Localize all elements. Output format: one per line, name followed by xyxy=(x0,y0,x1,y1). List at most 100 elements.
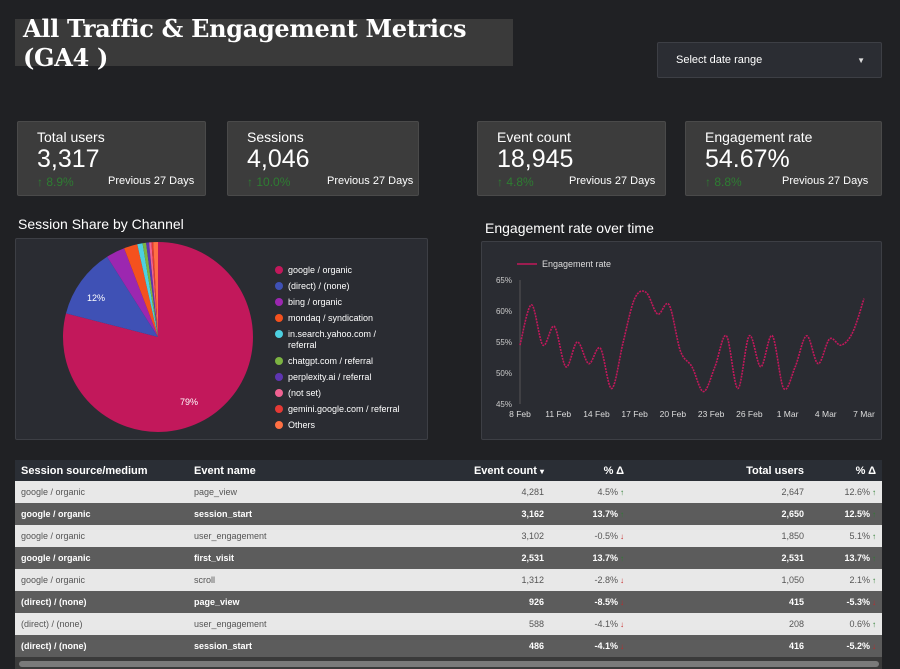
cell-event-count: 486 xyxy=(343,635,550,657)
legend-label: gemini.google.com / referral xyxy=(288,404,400,414)
cell-users-delta: 2.1% ↑ xyxy=(810,569,882,591)
cell-source: google / organic xyxy=(15,503,188,525)
arrow-up-icon: ↑ xyxy=(620,488,624,497)
y-tick-label: 50% xyxy=(496,369,512,378)
col-header-users-delta[interactable]: % Δ xyxy=(810,460,882,481)
legend-label: Others xyxy=(288,420,316,430)
x-tick-label: 20 Feb xyxy=(660,409,687,419)
scrollbar-thumb[interactable] xyxy=(19,661,879,667)
cell-event-count: 926 xyxy=(343,591,550,613)
legend-label: google / organic xyxy=(288,265,353,275)
cell-source: google / organic xyxy=(15,569,188,591)
col-header-count-delta[interactable]: % Δ xyxy=(550,460,630,481)
legend-item[interactable]: Others xyxy=(275,420,400,431)
col-header-event[interactable]: Event name xyxy=(188,460,343,481)
col-header-source[interactable]: Session source/medium xyxy=(15,460,188,481)
kpi-delta: ↑ 4.8% xyxy=(497,175,534,189)
cell-count-delta: -2.8% ↓ xyxy=(550,569,630,591)
cell-count-delta: 13.7% ↑ xyxy=(550,503,630,525)
legend-item[interactable]: in.search.yahoo.com / referral xyxy=(275,329,400,351)
dashboard-title-box: All Traffic & Engagement Metrics (GA4 ) xyxy=(15,14,513,72)
legend-label: bing / organic xyxy=(288,297,343,307)
legend-item[interactable]: perplexity.ai / referral xyxy=(275,372,400,383)
cell-total-users: 415 xyxy=(630,591,810,613)
cell-source: (direct) / (none) xyxy=(15,591,188,613)
cell-event-count: 3,102 xyxy=(343,525,550,547)
x-tick-label: 17 Feb xyxy=(621,409,648,419)
cell-users-delta: -5.2% ↓ xyxy=(810,635,882,657)
table-row[interactable]: (direct) / (none) page_view 926 -8.5% ↓ 415 -5… xyxy=(15,591,882,613)
arrow-up-icon: ↑ xyxy=(247,175,257,189)
kpi-label: Engagement rate xyxy=(705,129,813,145)
kpi-value: 18,945 xyxy=(497,145,574,173)
cell-users-delta: 5.1% ↑ xyxy=(810,525,882,547)
legend-item[interactable]: google / organic xyxy=(275,265,400,276)
legend-swatch xyxy=(275,389,283,397)
legend-item[interactable]: bing / organic xyxy=(275,297,400,308)
pie-chart: 12% 79% xyxy=(62,242,253,432)
kpi-comparison-label: Previous 27 Days xyxy=(569,175,656,187)
table-row[interactable]: google / organic session_start 3,162 13.7% ↑… xyxy=(15,503,882,525)
events-table: Session source/medium Event name Event c… xyxy=(15,460,882,657)
arrow-down-icon: ↓ xyxy=(620,642,624,651)
date-range-select[interactable]: Select date range ▼ xyxy=(657,42,882,78)
legend-label: mondaq / syndication xyxy=(288,313,374,323)
legend-item[interactable]: (direct) / (none) xyxy=(275,281,400,292)
chevron-down-icon: ▼ xyxy=(857,55,865,65)
arrow-down-icon: ↓ xyxy=(620,532,624,541)
legend-item[interactable]: (not set) xyxy=(275,388,400,399)
legend-swatch xyxy=(275,421,283,429)
cell-total-users: 2,647 xyxy=(630,481,810,503)
cell-event-count: 588 xyxy=(343,613,550,635)
arrow-up-icon: ↑ xyxy=(872,620,876,629)
pie-legend: google / organic (direct) / (none) bing / … xyxy=(275,265,400,436)
cell-users-delta: 13.7% ↑ xyxy=(810,547,882,569)
cell-users-delta: 12.6% ↑ xyxy=(810,481,882,503)
arrow-up-icon: ↑ xyxy=(872,554,876,563)
cell-count-delta: -8.5% ↓ xyxy=(550,591,630,613)
legend-label: (direct) / (none) xyxy=(288,281,350,291)
cell-total-users: 208 xyxy=(630,613,810,635)
table-row[interactable]: google / organic user_engagement 3,102 -0.5… xyxy=(15,525,882,547)
col-header-event-count[interactable]: Event count ▾ xyxy=(343,460,550,481)
arrow-up-icon: ↑ xyxy=(497,175,507,189)
cell-users-delta: 0.6% ↑ xyxy=(810,613,882,635)
legend-item[interactable]: mondaq / syndication xyxy=(275,313,400,324)
legend-label: perplexity.ai / referral xyxy=(288,372,372,382)
legend-item[interactable]: chatgpt.com / referral xyxy=(275,356,400,367)
arrow-down-icon: ↓ xyxy=(872,598,876,607)
cell-event: user_engagement xyxy=(188,525,343,547)
cell-source: (direct) / (none) xyxy=(15,635,188,657)
x-tick-label: 8 Feb xyxy=(509,409,531,419)
kpi-card-engagement-rate: Engagement rate 54.67% ↑ 8.8% Previous 2… xyxy=(685,121,882,196)
cell-event: page_view xyxy=(188,591,343,613)
table-row[interactable]: (direct) / (none) user_engagement 588 -4.1%… xyxy=(15,613,882,635)
arrow-up-icon: ↑ xyxy=(872,576,876,585)
cell-event: session_start xyxy=(188,503,343,525)
legend-swatch xyxy=(275,405,283,413)
cell-event: session_start xyxy=(188,635,343,657)
table-row[interactable]: google / organic first_visit 2,531 13.7% ↑ 2,… xyxy=(15,547,882,569)
col-header-total-users[interactable]: Total users xyxy=(630,460,810,481)
x-tick-label: 7 Mar xyxy=(853,409,875,419)
legend-swatch xyxy=(275,266,283,274)
x-tick-label: 4 Mar xyxy=(815,409,837,419)
cell-event: first_visit xyxy=(188,547,343,569)
cell-event-count: 3,162 xyxy=(343,503,550,525)
cell-users-delta: 12.5% ↑ xyxy=(810,503,882,525)
x-tick-label: 11 Feb xyxy=(545,409,571,419)
table-row[interactable]: google / organic page_view 4,281 4.5% ↑ 2,647… xyxy=(15,481,882,503)
x-tick-label: 1 Mar xyxy=(777,409,799,419)
cell-total-users: 2,531 xyxy=(630,547,810,569)
table-row[interactable]: (direct) / (none) session_start 486 -4.1% ↓ 4… xyxy=(15,635,882,657)
pie-label-direct: 12% xyxy=(87,293,105,303)
kpi-card-event-count: Event count 18,945 ↑ 4.8% Previous 27 Da… xyxy=(477,121,666,196)
legend-item[interactable]: gemini.google.com / referral xyxy=(275,404,400,415)
kpi-card-sessions: Sessions 4,046 ↑ 10.0% Previous 27 Days xyxy=(227,121,419,196)
table-scrollbar[interactable] xyxy=(15,657,882,669)
legend-swatch xyxy=(275,373,283,381)
arrow-up-icon: ↑ xyxy=(37,175,47,189)
sort-desc-icon: ▾ xyxy=(539,466,544,476)
table-row[interactable]: google / organic scroll 1,312 -2.8% ↓ 1,050 2.… xyxy=(15,569,882,591)
arrow-down-icon: ↓ xyxy=(872,642,876,651)
